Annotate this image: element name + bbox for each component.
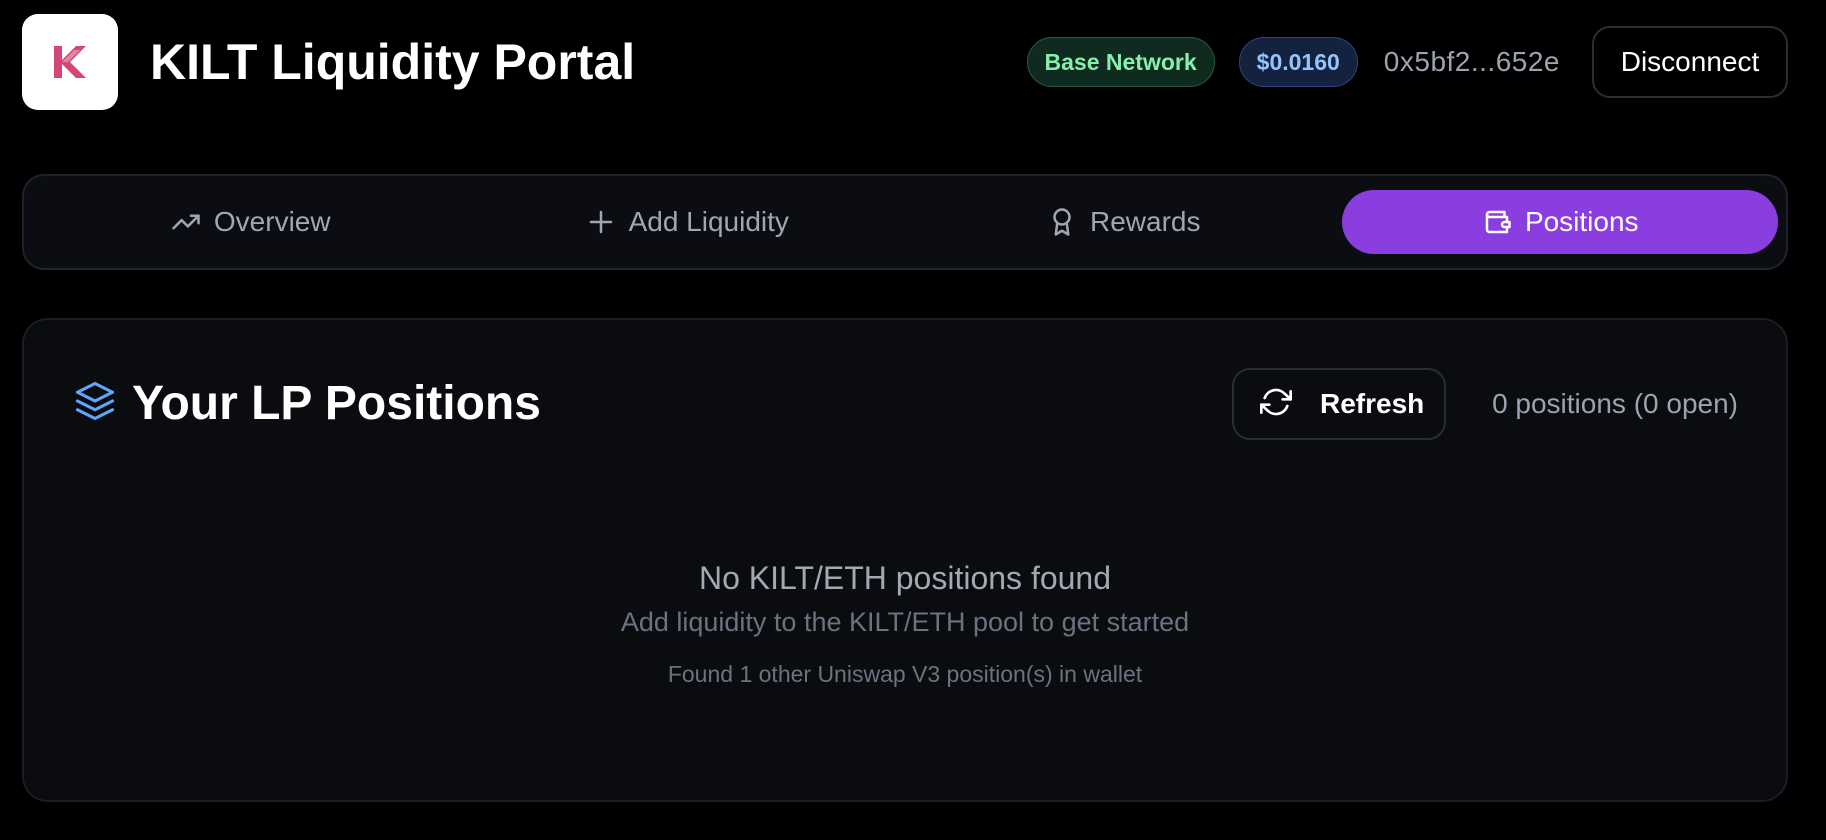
positions-count: 0 positions (0 open): [1492, 388, 1738, 419]
tab-overview[interactable]: Overview: [32, 190, 469, 254]
network-badge: Base Network: [1026, 37, 1215, 87]
tab-positions-label: Positions: [1524, 206, 1639, 237]
app-title: KILT Liquidity Portal: [150, 34, 636, 90]
header-actions: Base Network $0.0160 0x5bf2...652e Disco…: [1026, 26, 1788, 98]
refresh-label: Refresh: [1320, 388, 1425, 419]
refresh-icon: [1260, 386, 1292, 423]
disconnect-button[interactable]: Disconnect: [1592, 26, 1788, 98]
trending-up-icon: [170, 206, 202, 238]
kilt-logo-icon: [54, 46, 86, 78]
card-title: Your LP Positions: [132, 376, 541, 430]
kilt-logo[interactable]: [22, 14, 118, 110]
empty-state-subtitle: Add liquidity to the KILT/ETH pool to ge…: [620, 607, 1190, 637]
tab-add-liquidity[interactable]: Add Liquidity: [469, 190, 906, 254]
tab-rewards[interactable]: Rewards: [905, 190, 1342, 254]
app-header: KILT Liquidity Portal Base Network $0.01…: [0, 0, 1826, 126]
wallet-address[interactable]: 0x5bf2...652e: [1384, 46, 1560, 78]
kilt-price-badge: $0.0160: [1238, 37, 1358, 87]
lp-positions-card: Your LP Positions Refresh 0 positions (0…: [22, 318, 1788, 802]
empty-state: No KILT/ETH positions found Add liquidit…: [24, 556, 1786, 690]
other-positions-note: Found 1 other Uniswap V3 position(s) in …: [667, 661, 1143, 687]
layers-icon: [74, 380, 116, 427]
tab-overview-label: Overview: [213, 206, 331, 237]
tab-add-liquidity-label: Add Liquidity: [628, 206, 789, 237]
wallet-icon: [1481, 206, 1513, 238]
main-tabs: Overview Add Liquidity Rewards Positions: [22, 174, 1788, 270]
refresh-button[interactable]: Refresh: [1232, 368, 1446, 440]
plus-icon: [585, 206, 617, 238]
tab-positions[interactable]: Positions: [1341, 190, 1778, 254]
award-icon: [1046, 206, 1078, 238]
card-header: Your LP Positions: [74, 368, 541, 438]
tab-rewards-label: Rewards: [1090, 206, 1201, 237]
empty-state-title: No KILT/ETH positions found: [698, 560, 1112, 596]
